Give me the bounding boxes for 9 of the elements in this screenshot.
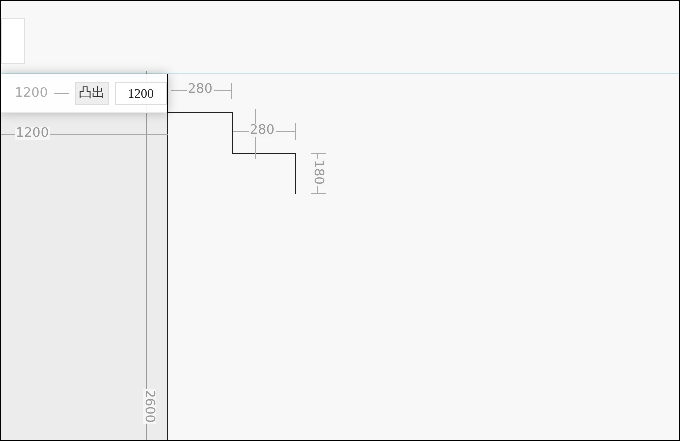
dimension-label: 180 <box>312 159 325 186</box>
toolbar-tab[interactable] <box>1 18 25 64</box>
length-input[interactable]: 1200 <box>115 82 167 105</box>
dimension-label: 1200 <box>15 87 48 100</box>
dimension-label: 2600 <box>143 388 156 424</box>
dimension-label: 280 <box>249 124 276 137</box>
protrude-button[interactable]: 凸出 <box>75 82 109 105</box>
dimension-label: 1200 <box>15 127 50 140</box>
dimension-label: 280 <box>187 83 214 96</box>
